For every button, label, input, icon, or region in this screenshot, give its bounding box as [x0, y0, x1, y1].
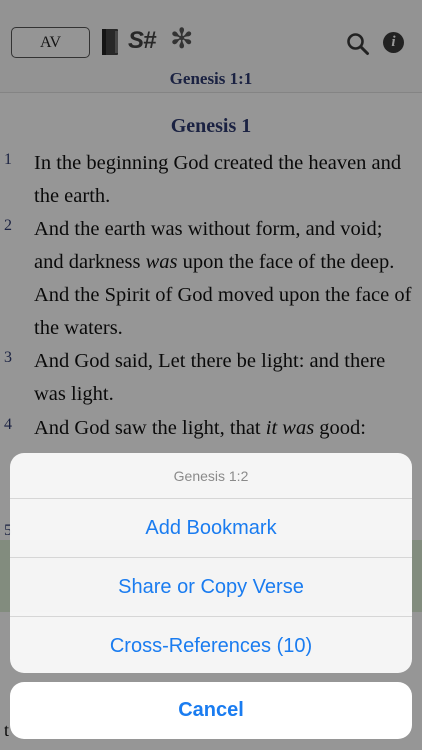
- add-bookmark-button[interactable]: Add Bookmark: [10, 499, 412, 558]
- action-sheet: Genesis 1:2 Add Bookmark Share or Copy V…: [10, 453, 412, 673]
- action-sheet-title: Genesis 1:2: [10, 453, 412, 499]
- cancel-button[interactable]: Cancel: [10, 682, 412, 739]
- cross-references-button[interactable]: Cross-References (10): [10, 617, 412, 673]
- share-copy-verse-button[interactable]: Share or Copy Verse: [10, 558, 412, 617]
